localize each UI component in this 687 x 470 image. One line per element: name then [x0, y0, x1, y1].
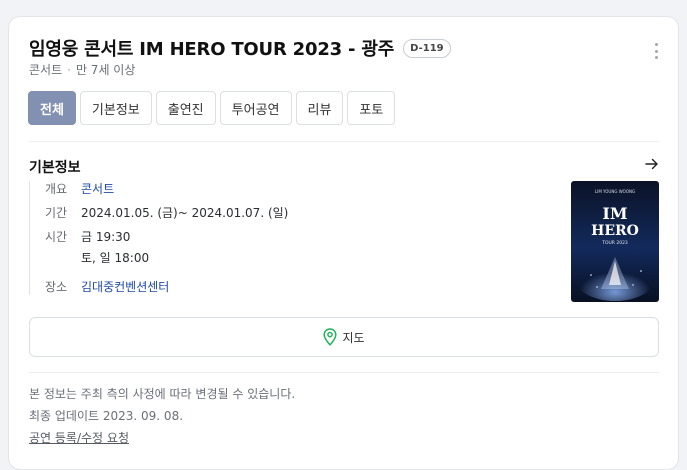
arrow-right-icon[interactable] — [645, 157, 659, 171]
time-label: 시간 — [45, 230, 68, 244]
tab-photos[interactable]: 포토 — [347, 91, 396, 125]
tab-basic-info[interactable]: 기본정보 — [79, 91, 152, 125]
period-value: 2024.01.05. (금)~ 2024.01.07. (일) — [81, 206, 289, 220]
category-text: 콘서트 — [29, 63, 63, 77]
basic-info-list: 개요 콘서트 기간 2024.01.05. (금)~ 2024.01.07. (… — [29, 181, 288, 295]
poster-subtitle: TOUR 2023 — [601, 240, 628, 246]
time-values: 금 19:30 토, 일 18:00 — [81, 229, 149, 271]
overview-label: 개요 — [45, 182, 68, 196]
overview-link[interactable]: 콘서트 — [81, 181, 114, 197]
info-row-venue: 장소 김대중컨벤션센터 — [45, 279, 288, 295]
map-button[interactable]: 지도 — [29, 317, 659, 357]
more-options-icon[interactable] — [654, 43, 658, 59]
last-updated-text: 최종 업데이트 2023. 09. 08. — [29, 409, 184, 423]
tab-bar: 전체 기본정보 출연진 투어공연 리뷰 포토 — [28, 91, 399, 125]
poster-title-line2: HERO — [591, 223, 639, 239]
section-title[interactable]: 기본정보 — [29, 157, 81, 177]
subtitle: 콘서트 · 만 7세 이상 — [29, 61, 135, 78]
tab-tour[interactable]: 투어공연 — [219, 91, 292, 125]
period-label: 기간 — [45, 206, 68, 220]
info-row-period: 기간 2024.01.05. (금)~ 2024.01.07. (일) — [45, 205, 288, 221]
venue-link[interactable]: 김대중컨벤션센터 — [81, 279, 169, 295]
page-title: 임영웅 콘서트 IM HERO TOUR 2023 - 광주 — [29, 39, 395, 60]
age-rating-text: 만 7세 이상 — [75, 63, 136, 77]
map-button-label: 지도 — [342, 330, 365, 345]
notice-text: 본 정보는 주최 측의 사정에 따라 변경될 수 있습니다. — [29, 387, 296, 401]
time-line-friday: 금 19:30 — [81, 230, 131, 244]
tab-reviews[interactable]: 리뷰 — [295, 91, 344, 125]
venue-label: 장소 — [45, 280, 68, 294]
separator-dot: · — [67, 63, 71, 77]
info-row-overview: 개요 콘서트 — [45, 181, 288, 197]
poster-title-line1: IM — [602, 204, 627, 223]
poster-top-text: LIM YOUNG WOONG — [595, 189, 635, 194]
poster-image[interactable]: LIM YOUNG WOONG IM HERO TOUR 2023 — [571, 181, 659, 302]
tab-cast[interactable]: 출연진 — [155, 91, 216, 125]
divider — [29, 141, 659, 142]
dday-badge: D-119 — [403, 38, 451, 58]
info-row-time: 시간 금 19:30 토, 일 18:00 — [45, 229, 288, 271]
divider — [29, 372, 659, 373]
report-edit-link[interactable]: 공연 등록/수정 요청 — [29, 429, 129, 446]
time-line-weekend: 토, 일 18:00 — [81, 251, 150, 265]
map-pin-icon — [323, 328, 338, 346]
tab-all[interactable]: 전체 — [28, 91, 76, 125]
title-row: 임영웅 콘서트 IM HERO TOUR 2023 - 광주 D-119 — [29, 35, 451, 61]
event-info-card: 임영웅 콘서트 IM HERO TOUR 2023 - 광주 D-119 콘서트… — [8, 16, 679, 470]
